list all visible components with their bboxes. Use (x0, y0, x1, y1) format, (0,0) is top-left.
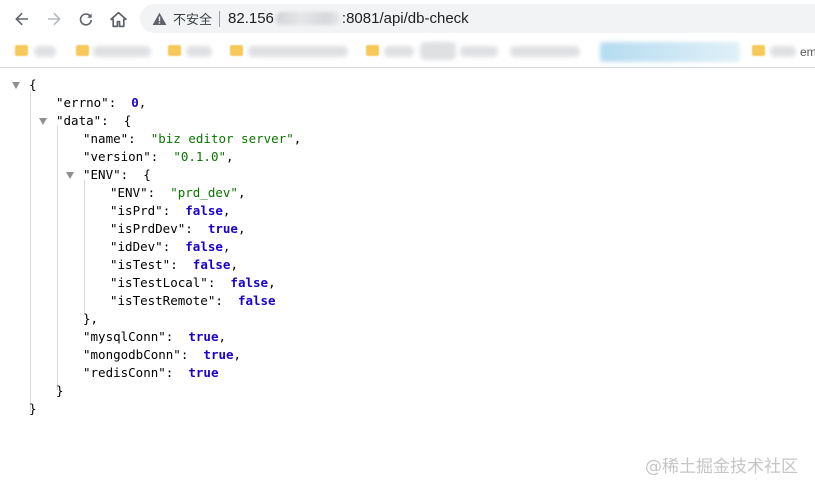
bookmark-redacted[interactable] (460, 46, 498, 57)
json-row-isprddev: "isPrdDev": true, (110, 221, 246, 236)
json-viewer: { "errno": 0, "data": { "name": "biz edi… (0, 68, 815, 488)
reload-button[interactable] (72, 5, 100, 33)
omnibox-divider (219, 10, 221, 27)
bookmark-redacted[interactable] (186, 46, 212, 57)
bookmark-redacted[interactable] (420, 42, 456, 60)
collapse-toggle-data[interactable] (39, 118, 47, 125)
json-row-mysqlconn: "mysqlConn": true, (83, 329, 227, 344)
bookmark-tail-text[interactable]: em (800, 45, 815, 59)
json-row-istestlocal: "isTestLocal": false, (110, 275, 276, 290)
forward-button[interactable] (40, 5, 68, 33)
json-row-env: "ENV": { (83, 167, 151, 182)
reload-icon (79, 13, 93, 26)
json-row-isprd: "isPrd": false, (110, 203, 231, 218)
bookmark-redacted[interactable] (510, 46, 580, 57)
indent-guide (57, 126, 58, 390)
json-row-errno: "errno": 0, (56, 95, 147, 110)
bookmark-folder-icon[interactable] (752, 45, 765, 56)
json-row-version: "version": "0.1.0", (83, 149, 234, 164)
bookmark-redacted[interactable] (248, 46, 348, 57)
bookmarks-bar: em (0, 37, 815, 68)
back-button[interactable] (8, 5, 36, 33)
json-row-env-env: "ENV": "prd_dev", (110, 185, 246, 200)
bookmark-folder-icon[interactable] (168, 45, 181, 56)
address-bar[interactable]: 不安全 82.156 :8081/api/db-check (140, 4, 815, 33)
json-row-data: "data": { (56, 113, 132, 128)
bookmark-redacted[interactable] (384, 46, 414, 57)
bookmark-redacted[interactable] (93, 46, 151, 57)
collapse-toggle-root[interactable] (12, 82, 20, 89)
home-button[interactable] (104, 5, 132, 33)
url-text[interactable]: 82.156 :8081/api/db-check (228, 10, 469, 27)
json-row-redisconn: "redisConn": true (83, 365, 219, 380)
indent-guide (30, 90, 31, 412)
bookmark-redacted-highlight[interactable] (600, 42, 740, 62)
json-env-close: }, (83, 311, 99, 326)
home-icon (109, 11, 127, 27)
forward-icon (48, 12, 61, 26)
json-row-istestremote: "isTestRemote": false (110, 293, 276, 308)
indent-guide (84, 180, 85, 314)
url-redacted-blur (275, 12, 340, 25)
warning-icon (151, 11, 167, 27)
watermark: @稀土掘金技术社区 (645, 457, 798, 477)
security-status-label[interactable]: 不安全 (173, 9, 212, 28)
url-path: :8081/api/db-check (341, 10, 469, 27)
bookmark-redacted[interactable] (34, 46, 56, 57)
json-row-name: "name": "biz editor server", (83, 131, 302, 146)
back-icon (15, 12, 28, 26)
bookmark-redacted[interactable] (770, 46, 796, 57)
json-row-istest: "isTest": false, (110, 257, 238, 272)
json-row-iddev: "idDev": false, (110, 239, 231, 254)
bookmark-folder-icon[interactable] (76, 45, 89, 56)
browser-toolbar: 不安全 82.156 :8081/api/db-check (0, 0, 815, 37)
bookmark-folder-icon[interactable] (15, 45, 28, 56)
collapse-toggle-env[interactable] (66, 172, 74, 179)
bookmark-folder-icon[interactable] (230, 45, 243, 56)
json-row-mongodbconn: "mongodbConn": true, (83, 347, 242, 362)
json-root-close: } (29, 401, 37, 416)
bookmark-folder-icon[interactable] (366, 45, 379, 56)
json-root-open: { (29, 77, 37, 92)
json-data-close: } (56, 383, 64, 398)
url-host-prefix: 82.156 (228, 10, 274, 27)
